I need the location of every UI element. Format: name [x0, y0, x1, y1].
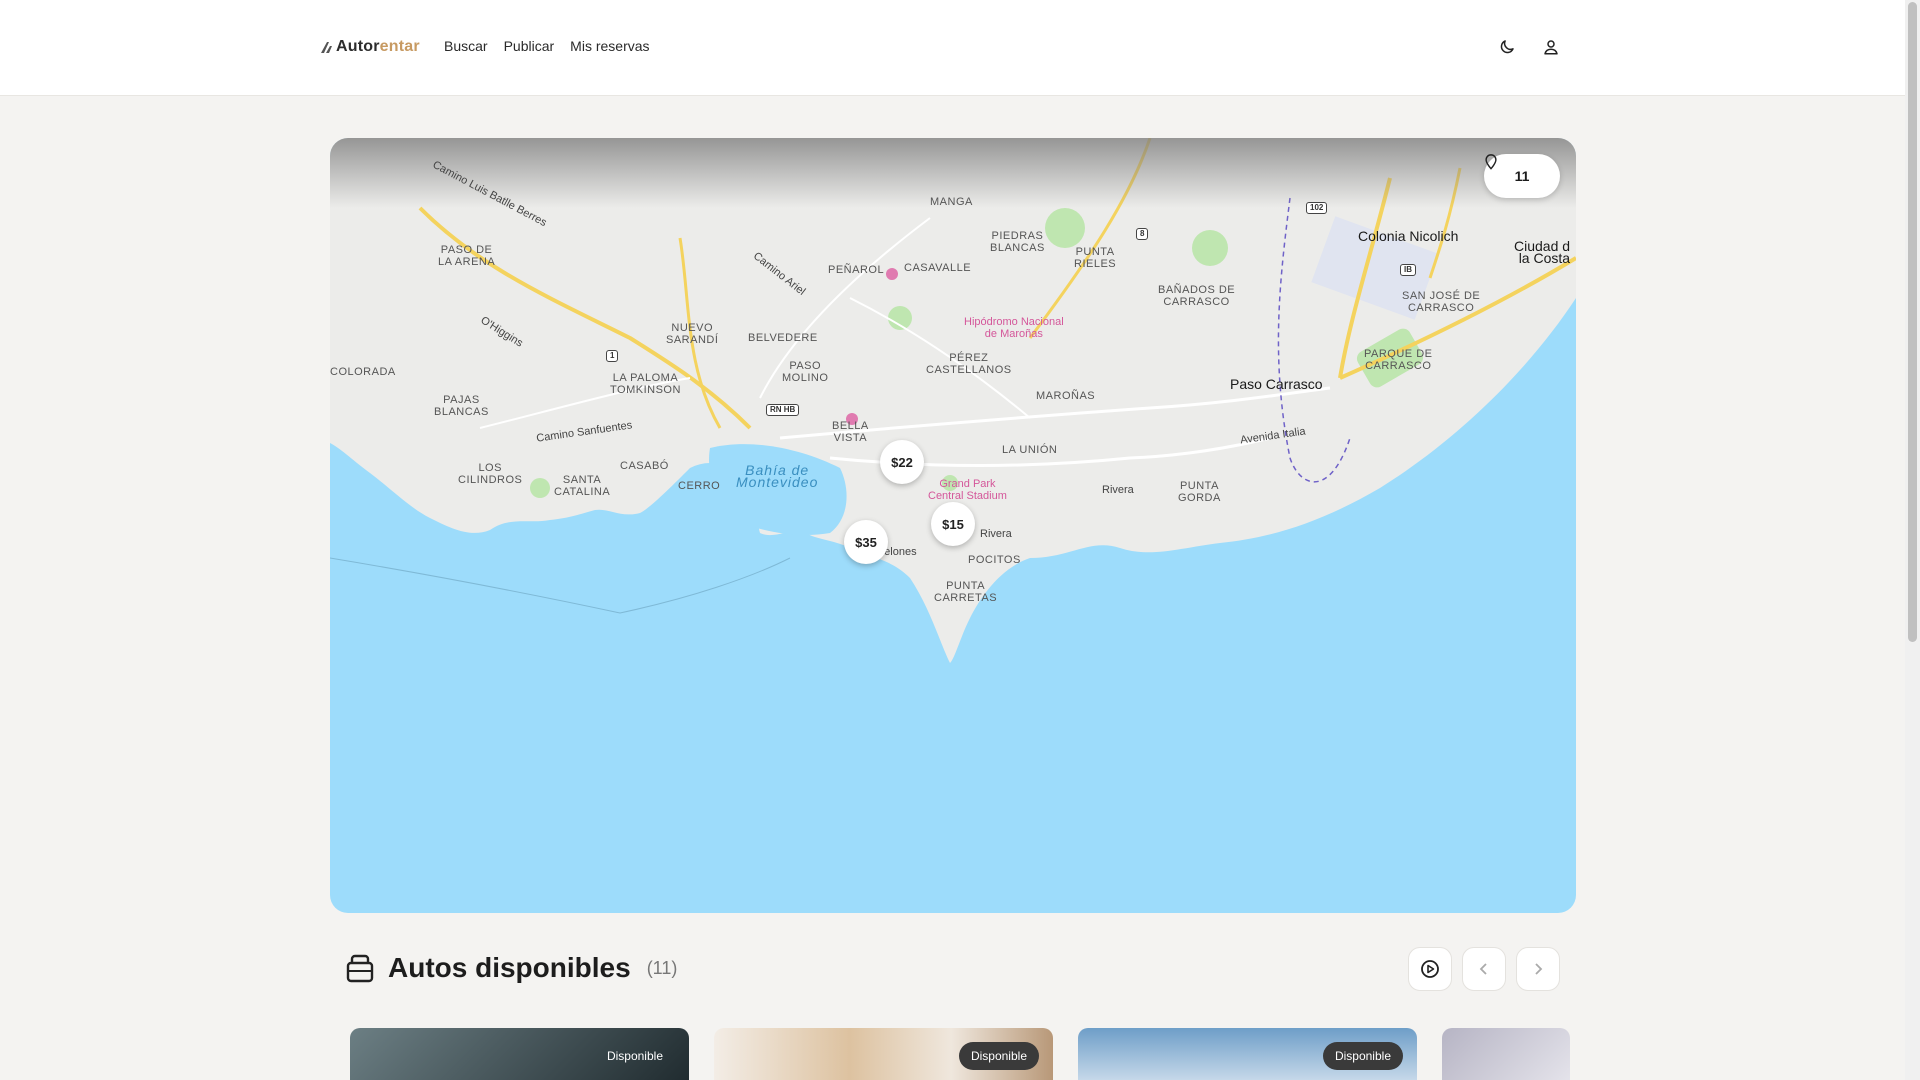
carousel-prev-button[interactable]: [1462, 947, 1506, 991]
map-label-la-paloma: LA PALOMA TOMKINSON: [610, 372, 681, 396]
map-label-pajas-blancas: PAJAS BLANCAS: [434, 394, 489, 418]
car-box-icon: [346, 954, 374, 983]
chevron-left-icon: [1479, 963, 1487, 975]
price-pin[interactable]: $35: [844, 520, 888, 564]
map-label-belvedere: BELVEDERE: [748, 332, 818, 344]
map-label-colorada: COLORADA: [330, 366, 396, 378]
map-label-punta-rieles: PUNTA RIELES: [1074, 246, 1117, 270]
route-shield: 102: [1306, 202, 1328, 214]
logo-text-accent: entar: [379, 38, 420, 55]
map-label-paso-carrasco: Paso Carrasco: [1230, 376, 1323, 392]
availability-badge: Disponible: [1322, 1042, 1403, 1070]
map-label-banados: BAÑADOS DE CARRASCO: [1158, 284, 1236, 308]
map-label-pocitos: POCITOS: [968, 554, 1021, 566]
map-label-manga: MANGA: [930, 196, 973, 208]
play-circle-icon: [1421, 960, 1439, 978]
map-label-san-jose: SAN JOSÉ DE CARRASCO: [1402, 290, 1481, 314]
route-shield: IB: [1400, 264, 1416, 276]
map-label-punta-gorda: PUNTA GORDA: [1178, 480, 1221, 504]
map-label-grand-park: Grand Park Central Stadium: [928, 478, 1007, 502]
route-shield: RN HB: [766, 404, 800, 416]
map-pin-icon: [1485, 154, 1497, 170]
availability-badge: Disponible: [958, 1042, 1039, 1070]
autoplay-button[interactable]: [1408, 947, 1452, 991]
map-label-punta-carretas: PUNTA CARRETAS: [934, 580, 998, 604]
car-card[interactable]: Disponible: [714, 1028, 1053, 1080]
map-label-paso-molino: PASO MOLINO: [782, 360, 829, 384]
moon-icon[interactable]: [1496, 36, 1518, 58]
car-card[interactable]: [1442, 1028, 1570, 1080]
user-icon[interactable]: [1540, 36, 1562, 58]
map-label-perez-castellanos: PÉREZ CASTELLANOS: [926, 352, 1012, 376]
section-header: Autos disponibles (11): [346, 952, 677, 984]
map-label-road-rivera: Rivera: [1102, 484, 1134, 496]
map-label-colonia-nicolich: Colonia Nicolich: [1358, 228, 1459, 244]
map-label-bella-vista: BELLA VISTA: [832, 420, 869, 444]
top-header: Autor entar Buscar Publicar Mis reservas: [0, 0, 1905, 96]
car-card[interactable]: Disponible: [1078, 1028, 1417, 1080]
results-count: 11: [1514, 168, 1530, 184]
main-nav: Buscar Publicar Mis reservas: [444, 38, 650, 54]
map-label-casavalle: CASAVALLE: [904, 262, 972, 274]
page-scrollbar[interactable]: [1905, 0, 1920, 1080]
section-count: (11): [646, 957, 678, 978]
section-title: Autos disponibles: [388, 952, 631, 983]
map-label-hipodromo: Hipódromo Nacional de Maroñas: [964, 316, 1064, 340]
chevron-right-icon: [1535, 963, 1543, 975]
nav-publicar[interactable]: Publicar: [504, 38, 555, 54]
map-label-paso-arena: PASO DE LA ARENA: [438, 244, 496, 268]
nav-mis-reservas[interactable]: Mis reservas: [570, 38, 649, 54]
map-label-los-cilindros: LOS CILINDROS: [458, 462, 523, 486]
map-label-maronas: MAROÑAS: [1036, 390, 1096, 402]
route-shield: 8: [1136, 228, 1149, 240]
carousel-next-button[interactable]: [1516, 947, 1560, 991]
map-view[interactable]: PASO DE LA ARENA COLORADA PAJAS BLANCAS LO…: [330, 138, 1576, 913]
nav-buscar[interactable]: Buscar: [444, 38, 488, 54]
price-pin[interactable]: $15: [931, 502, 975, 546]
map-label-santa-catalina: SANTA CATALINA: [554, 474, 611, 498]
map-label-road-rivera-2: Rivera: [980, 528, 1012, 540]
car-card[interactable]: Disponible: [350, 1028, 689, 1080]
scrollbar-thumb[interactable]: [1908, 2, 1917, 642]
map-label-la-union: LA UNIÓN: [1002, 444, 1058, 456]
price-pin[interactable]: $22: [880, 440, 924, 484]
map-label-ciudad-costa: Ciudad d la Costa: [1514, 238, 1571, 266]
map-label-nuevo-sarandi: NUEVO SARANDÍ: [666, 322, 719, 346]
map-label-casabo: CASABÓ: [620, 460, 669, 472]
results-count-pill[interactable]: 11: [1484, 154, 1560, 198]
logo-text-main: Autor: [336, 38, 380, 55]
map-label-piedras-blancas: PIEDRAS BLANCAS: [990, 230, 1045, 254]
map-label-penarol: PEÑAROL: [828, 264, 885, 276]
logo-mark-icon: [321, 42, 332, 53]
map-label-bahia: Bahía de Montevideo: [736, 462, 819, 490]
logo[interactable]: Autor entar: [320, 38, 420, 56]
route-shield: 1: [606, 350, 619, 362]
availability-badge: Disponible: [606, 1049, 663, 1063]
map-label-cerro: CERRO: [678, 480, 721, 492]
map-label-parque-carrasco: PARQUE DE CARRASCO: [1364, 348, 1433, 372]
